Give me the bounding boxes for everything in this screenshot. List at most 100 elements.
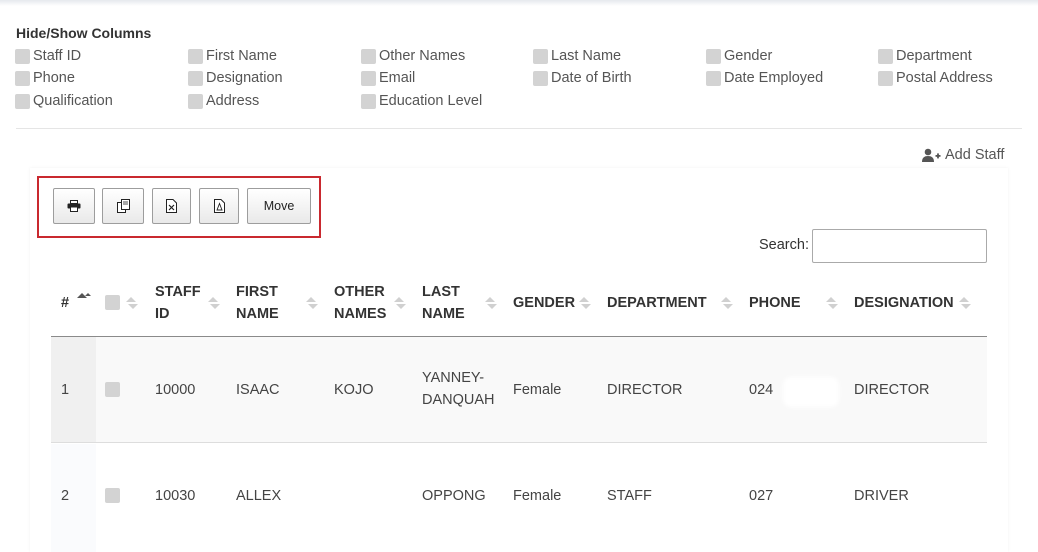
toggle-label: Qualification	[33, 93, 113, 109]
header-line: NAME	[422, 306, 465, 322]
toggle-label: Postal Address	[896, 70, 993, 86]
sort-both-icon[interactable]	[206, 295, 222, 311]
col-header-number[interactable]: #	[61, 292, 69, 314]
toggle-staff-id[interactable]: Staff ID	[15, 46, 81, 66]
col-header-phone[interactable]: PHONE	[749, 292, 801, 314]
col-header-staff-id[interactable]: STAFF ID	[155, 281, 201, 325]
toggle-department[interactable]: Department	[878, 46, 972, 66]
sort-both-icon[interactable]	[957, 295, 973, 311]
excel-button[interactable]	[152, 188, 191, 224]
cell-other-names: KOJO	[334, 382, 374, 398]
toggle-email[interactable]: Email	[361, 68, 415, 88]
col-header-last-name[interactable]: LAST NAME	[422, 281, 465, 325]
sort-both-icon[interactable]	[719, 295, 735, 311]
toggle-label: Other Names	[379, 48, 466, 64]
toggle-postal-address[interactable]: Postal Address	[878, 68, 993, 88]
checkbox[interactable]	[706, 49, 721, 64]
checkbox[interactable]	[361, 49, 376, 64]
col-header-designation[interactable]: DESIGNATION	[854, 292, 954, 314]
row-checkbox[interactable]	[105, 382, 120, 397]
toggle-phone[interactable]: Phone	[15, 68, 75, 88]
checkbox[interactable]	[361, 94, 376, 109]
sort-both-icon[interactable]	[392, 295, 408, 311]
sort-both-icon[interactable]	[304, 295, 320, 311]
cell-first-name: ALLEX	[236, 488, 282, 504]
cell-last-name: YANNEY- DANQUAH	[422, 367, 495, 411]
checkbox[interactable]	[188, 71, 203, 86]
toggle-label: Designation	[206, 70, 283, 86]
col-header-other-names[interactable]: OTHER NAMES	[334, 281, 386, 325]
cell-number: 2	[61, 488, 70, 504]
col-header-gender[interactable]: GENDER	[513, 292, 575, 314]
checkbox[interactable]	[878, 49, 893, 64]
copy-icon	[116, 199, 130, 213]
toggle-designation[interactable]: Designation	[188, 68, 283, 88]
checkbox[interactable]	[15, 71, 30, 86]
checkbox[interactable]	[361, 71, 376, 86]
cell-phone: 027	[749, 488, 774, 504]
toggle-address[interactable]: Address	[188, 91, 259, 111]
toggle-first-name[interactable]: First Name	[188, 46, 277, 66]
sort-both-icon[interactable]	[483, 295, 499, 311]
row-number-cell	[51, 337, 96, 442]
toggle-gender[interactable]: Gender	[706, 46, 772, 66]
move-button[interactable]: Move	[247, 188, 311, 224]
toggle-label: Date Employed	[724, 70, 824, 86]
cell-department: DIRECTOR	[607, 382, 683, 398]
cell-designation: DRIVER	[854, 488, 909, 504]
row-checkbox[interactable]	[105, 488, 120, 503]
checkbox[interactable]	[188, 94, 203, 109]
section-divider	[16, 128, 1022, 129]
col-header-department[interactable]: DEPARTMENT	[607, 292, 707, 314]
cell-first-name: ISAAC	[236, 382, 280, 398]
header-line: OTHER	[334, 284, 385, 300]
sort-asc-icon[interactable]	[76, 288, 92, 304]
checkbox[interactable]	[706, 71, 721, 86]
toggle-date-employed[interactable]: Date Employed	[706, 68, 823, 88]
header-line: NAMES	[334, 306, 387, 322]
toggle-last-name[interactable]: Last Name	[533, 46, 621, 66]
checkbox[interactable]	[533, 49, 548, 64]
checkbox[interactable]	[533, 71, 548, 86]
checkbox[interactable]	[15, 49, 30, 64]
cell-designation: DIRECTOR	[854, 382, 930, 398]
toggle-label: Education Level	[379, 93, 483, 109]
pdf-button[interactable]	[199, 188, 239, 224]
cell-last-name: OPPONG	[422, 485, 486, 507]
sort-both-icon[interactable]	[124, 295, 140, 311]
table-row[interactable]: 1 10000 ISAAC KOJO YANNEY- DANQUAH Female…	[51, 337, 987, 443]
checkbox[interactable]	[878, 71, 893, 86]
toggle-qualification[interactable]: Qualification	[15, 91, 113, 111]
search-input[interactable]	[812, 229, 987, 263]
table-row[interactable]: 2 10030 ALLEX OPPONG Female STAFF 027 DR…	[51, 444, 987, 552]
toggle-label: Staff ID	[33, 48, 82, 64]
checkbox[interactable]	[188, 49, 203, 64]
top-shadow-bar	[0, 0, 1038, 6]
pdf-file-icon	[213, 199, 225, 213]
add-staff-link[interactable]: Add Staff	[922, 147, 1004, 163]
toggle-label: Last Name	[551, 48, 622, 64]
toggle-label: Department	[896, 48, 972, 64]
cell-phone: 024	[749, 382, 774, 398]
print-button[interactable]	[53, 188, 95, 224]
sort-both-icon[interactable]	[577, 295, 593, 311]
cell-department: STAFF	[607, 488, 652, 504]
add-staff-label: Add Staff	[945, 147, 1005, 163]
cell-line: YANNEY-	[422, 370, 485, 386]
copy-button[interactable]	[102, 188, 144, 224]
header-line: NAME	[236, 306, 279, 322]
toggle-date-of-birth[interactable]: Date of Birth	[533, 68, 632, 88]
toggle-label: Address	[206, 93, 260, 109]
select-all-checkbox[interactable]	[105, 295, 120, 310]
header-line: LAST	[422, 284, 460, 300]
toggle-other-names[interactable]: Other Names	[361, 46, 465, 66]
cell-number: 1	[61, 382, 70, 398]
sort-both-icon[interactable]	[824, 295, 840, 311]
row-number-cell	[51, 444, 96, 552]
cell-line: OPPONG	[422, 488, 486, 504]
cell-staff-id: 10030	[155, 488, 196, 504]
checkbox[interactable]	[15, 94, 30, 109]
header-line: ID	[155, 306, 170, 322]
col-header-first-name[interactable]: FIRST NAME	[236, 281, 279, 325]
toggle-education-level[interactable]: Education Level	[361, 91, 482, 111]
